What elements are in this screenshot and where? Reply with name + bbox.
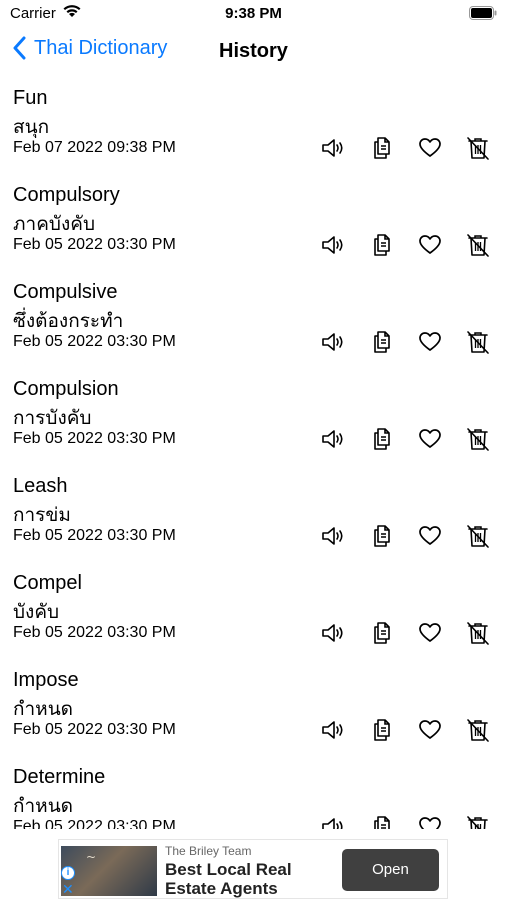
entry-actions [318, 814, 493, 829]
heart-icon[interactable] [417, 426, 443, 452]
speaker-icon[interactable] [320, 620, 346, 646]
ad-open-button[interactable]: Open [342, 849, 439, 891]
heart-icon[interactable] [417, 717, 443, 743]
heart-icon[interactable] [417, 620, 443, 646]
trash-icon[interactable] [465, 135, 491, 161]
ad-info-icon[interactable]: i [61, 866, 75, 880]
nav-bar: Thai Dictionary History [0, 28, 507, 78]
entry-word: Compulsive [13, 281, 118, 303]
history-row[interactable]: Impose กำหนด Feb 05 2022 03:30 PM [0, 666, 507, 763]
back-button-label: Thai Dictionary [34, 36, 168, 59]
entry-word: Determine [13, 766, 106, 788]
entry-date: Feb 05 2022 03:30 PM [13, 721, 176, 738]
speaker-icon[interactable] [320, 523, 346, 549]
history-row[interactable]: Leash การข่ม Feb 05 2022 03:30 PM [0, 472, 507, 569]
trash-icon[interactable] [465, 426, 491, 452]
entry-actions [318, 620, 493, 646]
entry-date: Feb 07 2022 09:38 PM [13, 139, 176, 156]
entry-date: Feb 05 2022 03:30 PM [13, 333, 176, 350]
entry-actions [318, 717, 493, 743]
history-row[interactable]: Compulsory ภาคบังคับ Feb 05 2022 03:30 PM [0, 181, 507, 278]
copy-icon[interactable] [370, 814, 396, 829]
status-bar: Carrier 9:38 PM [0, 0, 507, 28]
entry-word: Compel [13, 572, 82, 594]
trash-icon[interactable] [465, 329, 491, 355]
ad-image-art: ~ [86, 850, 97, 864]
history-row[interactable]: Determine กำหนด Feb 05 2022 03:30 PM [0, 763, 507, 829]
entry-translation: กำหนด [13, 699, 74, 720]
ad-close-icon[interactable]: ✕ [62, 882, 74, 896]
page-title: History [219, 40, 288, 62]
ad-image: ~ [61, 846, 157, 896]
entry-word: Compulsory [13, 184, 120, 206]
speaker-icon[interactable] [320, 814, 346, 829]
ad-banner[interactable]: ~ i ✕ The Briley Team Best Local Real Es… [58, 839, 448, 899]
history-row[interactable]: Fun สนุก Feb 07 2022 09:38 PM [0, 84, 507, 181]
chevron-left-icon [13, 36, 26, 60]
history-list[interactable]: Fun สนุก Feb 07 2022 09:38 PM Compulsory ภาค… [0, 84, 507, 829]
entry-translation: กำหนด [13, 796, 74, 817]
entry-translation: บังคับ [13, 602, 60, 623]
heart-icon[interactable] [417, 232, 443, 258]
speaker-icon[interactable] [320, 426, 346, 452]
copy-icon[interactable] [370, 620, 396, 646]
speaker-icon[interactable] [320, 717, 346, 743]
entry-translation: การบังคับ [13, 408, 92, 429]
history-row[interactable]: Compulsive ซึ่งต้องกระทำ Feb 05 2022 03:30… [0, 278, 507, 375]
speaker-icon[interactable] [320, 329, 346, 355]
heart-icon[interactable] [417, 135, 443, 161]
entry-word: Impose [13, 669, 79, 691]
entry-actions [318, 329, 493, 355]
copy-icon[interactable] [370, 232, 396, 258]
entry-actions [318, 232, 493, 258]
entry-actions [318, 135, 493, 161]
heart-icon[interactable] [417, 329, 443, 355]
entry-word: Fun [13, 87, 48, 109]
copy-icon[interactable] [370, 523, 396, 549]
entry-date: Feb 05 2022 03:30 PM [13, 527, 176, 544]
entry-date: Feb 05 2022 03:30 PM [13, 236, 176, 253]
trash-icon[interactable] [465, 620, 491, 646]
trash-icon[interactable] [465, 232, 491, 258]
copy-icon[interactable] [370, 717, 396, 743]
entry-translation: สนุก [13, 117, 50, 138]
entry-translation: ซึ่งต้องกระทำ [13, 311, 124, 332]
back-button[interactable]: Thai Dictionary [12, 36, 167, 60]
entry-date: Feb 05 2022 03:30 PM [13, 818, 176, 829]
copy-icon[interactable] [370, 329, 396, 355]
status-time: 9:38 PM [225, 5, 282, 22]
entry-word: Leash [13, 475, 68, 497]
entry-translation: การข่ม [13, 505, 71, 526]
speaker-icon[interactable] [320, 135, 346, 161]
history-row[interactable]: Compel บังคับ Feb 05 2022 03:30 PM [0, 569, 507, 666]
trash-icon[interactable] [465, 717, 491, 743]
copy-icon[interactable] [370, 426, 396, 452]
battery-icon [469, 6, 497, 25]
entry-translation: ภาคบังคับ [13, 214, 96, 235]
history-row[interactable]: Compulsion การบังคับ Feb 05 2022 03:30 PM [0, 375, 507, 472]
entry-actions [318, 523, 493, 549]
copy-icon[interactable] [370, 135, 396, 161]
trash-icon[interactable] [465, 814, 491, 829]
trash-icon[interactable] [465, 523, 491, 549]
ad-headline: Best Local Real Estate Agents [165, 860, 292, 898]
entry-date: Feb 05 2022 03:30 PM [13, 624, 176, 641]
heart-icon[interactable] [417, 814, 443, 829]
ad-sponsor: The Briley Team [165, 844, 252, 858]
entry-word: Compulsion [13, 378, 119, 400]
entry-actions [318, 426, 493, 452]
entry-date: Feb 05 2022 03:30 PM [13, 430, 176, 447]
heart-icon[interactable] [417, 523, 443, 549]
speaker-icon[interactable] [320, 232, 346, 258]
